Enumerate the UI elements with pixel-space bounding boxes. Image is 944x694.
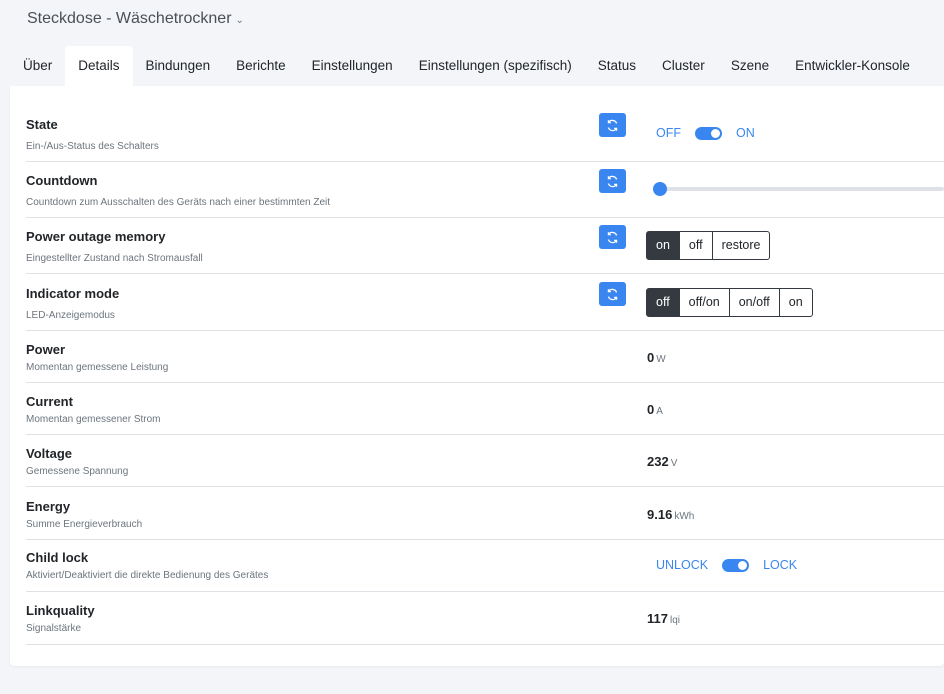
state-on-label[interactable]: ON [736,126,755,140]
indicator-mode-option-on[interactable]: on [779,288,813,317]
linkquality-value-number: 117 [647,611,668,626]
indicator-mode-desc: LED-Anzeigemodus [26,310,115,321]
device-selector[interactable]: Steckdose - Wäschetrockner ⌄ [27,10,244,28]
indicator-mode-refresh-button[interactable] [599,282,626,306]
row-countdown: Countdown Countdown zum Ausschalten des … [26,162,944,218]
voltage-value-number: 232 [647,454,669,469]
state-toggle: OFF ON [656,126,755,140]
tab-einstellungen[interactable]: Einstellungen [299,46,406,86]
power-outage-memory-option-off[interactable]: off [679,231,713,260]
refresh-icon [607,231,618,243]
indicator-mode-option-on-off[interactable]: on/off [729,288,780,317]
tab-einstellungen-spezifisch[interactable]: Einstellungen (spezifisch) [406,46,585,86]
current-unit: A [656,406,663,417]
voltage-value: 232 V [647,454,677,469]
tab-cluster[interactable]: Cluster [649,46,718,86]
current-desc: Momentan gemessener Strom [26,414,161,425]
row-linkquality: Linkquality Signalstärke 117 lqi [26,592,944,645]
row-indicator-mode: Indicator mode LED-Anzeigemodus off off/… [26,274,944,331]
child-lock-lock-label[interactable]: LOCK [763,558,797,572]
child-lock-switch[interactable] [722,558,750,572]
state-switch[interactable] [695,126,722,140]
voltage-desc: Gemessene Spannung [26,466,129,477]
tab-berichte[interactable]: Berichte [223,46,299,86]
power-value: 0W [647,350,666,365]
countdown-label: Countdown [26,173,98,188]
energy-unit: kWh [674,511,695,522]
energy-desc: Summe Energieverbrauch [26,519,143,530]
tab-bindungen[interactable]: Bindungen [133,46,224,86]
indicator-mode-options: off off/on on/off on [646,288,813,317]
row-child-lock: Child lock Aktiviert/Deaktiviert die dir… [26,540,944,592]
row-state: State Ein-/Aus-Status des Schalters OFF … [26,106,944,162]
child-lock-unlock-label[interactable]: UNLOCK [656,558,708,572]
energy-value-number: 9.16 [647,507,673,522]
energy-value: 9.16 kWh [647,507,694,522]
energy-label: Energy [26,499,71,514]
power-value-number: 0 [647,350,655,365]
row-power-outage-memory: Power outage memory Eingestellter Zustan… [26,218,944,274]
current-value: 0A [647,402,663,417]
state-refresh-button[interactable] [599,113,626,137]
power-outage-memory-refresh-button[interactable] [599,225,626,249]
child-lock-toggle: UNLOCK LOCK [656,558,797,572]
linkquality-label: Linkquality [26,603,95,618]
current-value-number: 0 [647,402,655,417]
indicator-mode-label: Indicator mode [26,286,120,301]
power-outage-memory-options: on off restore [646,231,771,260]
child-lock-label: Child lock [26,550,89,565]
power-outage-memory-label: Power outage memory [26,229,166,244]
indicator-mode-option-off[interactable]: off [646,288,680,317]
indicator-mode-option-off-on[interactable]: off/on [679,288,730,317]
page-header: Steckdose - Wäschetrockner ⌄ [0,0,944,40]
power-outage-memory-option-on[interactable]: on [646,231,680,260]
voltage-unit: V [670,458,678,469]
tab-ueber[interactable]: Über [10,46,65,86]
details-card: State Ein-/Aus-Status des Schalters OFF … [10,86,944,666]
power-label: Power [26,342,66,357]
countdown-slider[interactable] [653,182,944,196]
tab-szene[interactable]: Szene [718,46,782,86]
row-voltage: Voltage Gemessene Spannung 232 V [26,435,944,487]
refresh-icon [607,175,618,187]
row-current: Current Momentan gemessener Strom 0A [26,383,944,435]
child-lock-desc: Aktiviert/Deaktiviert die direkte Bedien… [26,570,269,581]
row-power: Power Momentan gemessene Leistung 0W [26,331,944,383]
device-title: Steckdose - Wäschetrockner [27,10,232,27]
tab-bar: Über Details Bindungen Berichte Einstell… [10,46,944,86]
state-desc: Ein-/Aus-Status des Schalters [26,141,159,152]
linkquality-unit: lqi [669,615,680,626]
tab-entwickler-konsole[interactable]: Entwickler-Konsole [782,46,923,86]
power-desc: Momentan gemessene Leistung [26,362,169,373]
countdown-slider-thumb[interactable] [653,182,667,196]
tab-status[interactable]: Status [585,46,649,86]
power-outage-memory-option-restore[interactable]: restore [712,231,771,260]
tab-details[interactable]: Details [65,46,133,86]
countdown-desc: Countdown zum Ausschalten des Geräts nac… [26,197,331,208]
power-outage-memory-desc: Eingestellter Zustand nach Stromausfall [26,253,203,264]
countdown-refresh-button[interactable] [599,169,626,193]
row-energy: Energy Summe Energieverbrauch 9.16 kWh [26,487,944,540]
linkquality-desc: Signalstärke [26,623,82,634]
refresh-icon [607,288,618,300]
linkquality-value: 117 lqi [647,611,680,626]
state-label: State [26,117,58,132]
chevron-down-icon: ⌄ [235,15,244,26]
voltage-label: Voltage [26,446,72,461]
power-unit: W [656,354,666,365]
state-off-label[interactable]: OFF [656,126,681,140]
current-label: Current [26,394,73,409]
refresh-icon [607,119,618,131]
